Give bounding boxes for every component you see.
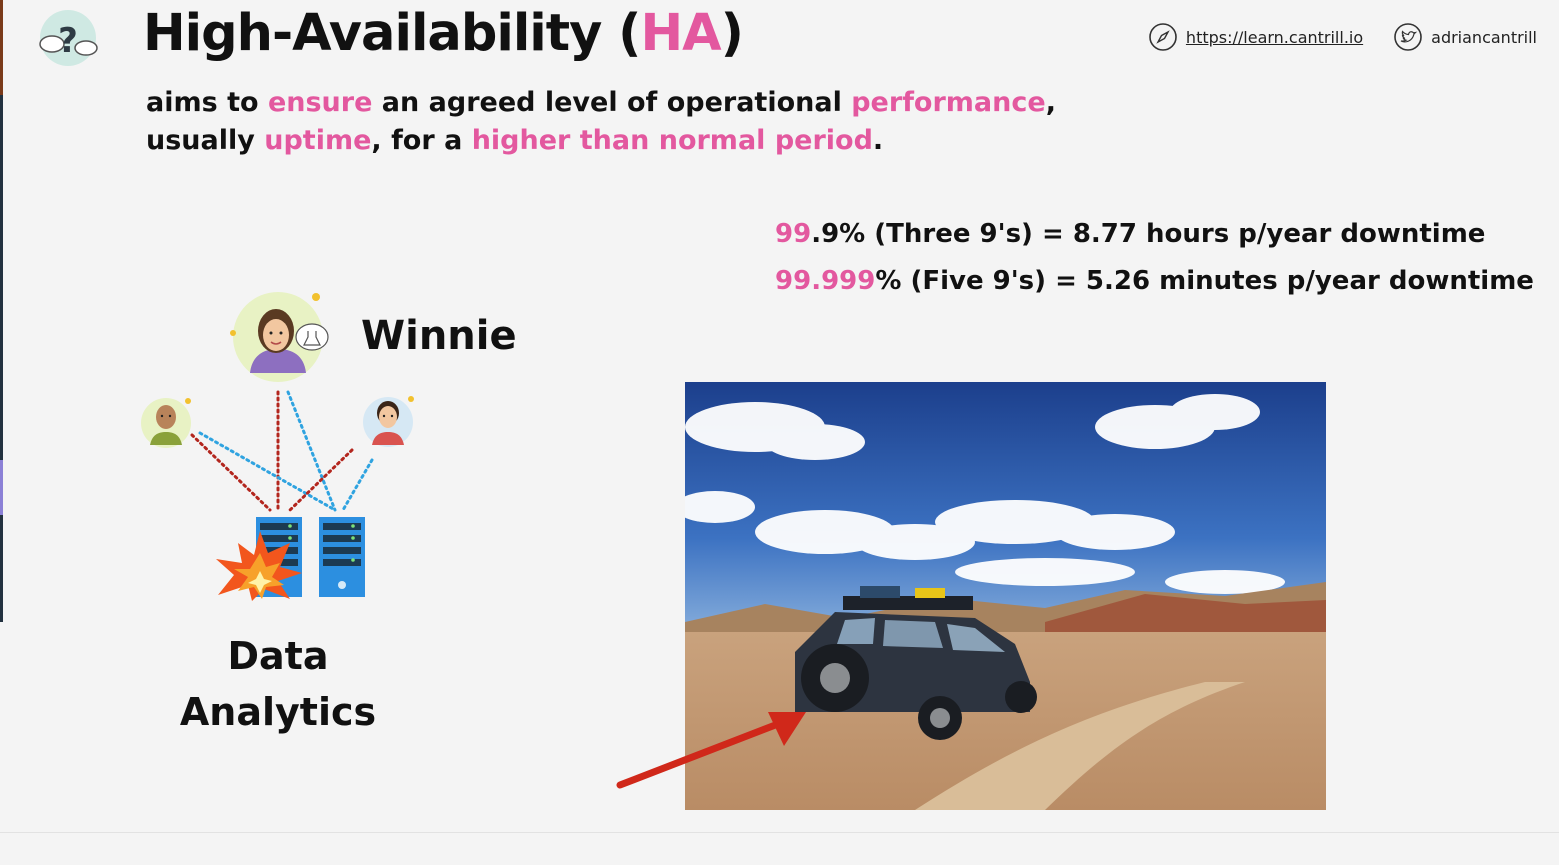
- definition-text: ,: [1045, 87, 1056, 118]
- twitter-icon: [1394, 23, 1422, 51]
- definition-text: an agreed level of operational: [372, 87, 852, 118]
- twitter-link[interactable]: adriancantrill: [1393, 22, 1537, 52]
- definition-text: usually: [146, 125, 265, 156]
- definition-text: .: [872, 125, 884, 156]
- left-edge-strip: [0, 0, 3, 622]
- definition-line-1: aims to ensure an agreed level of operat…: [146, 84, 1056, 122]
- data-analytics-label-line: Analytics: [179, 690, 377, 734]
- twitter-link-text[interactable]: adriancantrill: [1431, 28, 1537, 47]
- data-analytics-label: Data Analytics: [150, 628, 406, 740]
- data-analytics-label-line: Data: [227, 634, 329, 678]
- compass-icon: [1149, 23, 1177, 51]
- page-title: High-Availability (HA): [143, 4, 744, 63]
- server-icon: [319, 517, 365, 597]
- user-avatar-icon: [141, 398, 191, 448]
- header-links: https://learn.cantrill.io adriancantrill: [1148, 22, 1537, 52]
- cloud-question-logo-icon: ?: [39, 10, 98, 66]
- svg-text:?: ?: [58, 21, 78, 61]
- definition-text: aims to: [146, 87, 268, 118]
- website-link-text[interactable]: https://learn.cantrill.io: [1186, 28, 1363, 47]
- website-link[interactable]: https://learn.cantrill.io: [1148, 22, 1363, 52]
- definition-highlight: ensure: [267, 87, 373, 118]
- availability-three-nines: 99.9% (Three 9's) = 8.77 hours p/year do…: [775, 219, 1486, 249]
- definition-highlight: uptime: [264, 125, 372, 156]
- definition-highlight: higher than normal period: [471, 125, 873, 156]
- connection-lines: [190, 390, 374, 512]
- user-avatar-icon: [363, 396, 414, 447]
- left-edge-accent: [0, 460, 3, 515]
- availability-five-nines: 99.999% (Five 9's) = 5.26 minutes p/year…: [775, 266, 1534, 296]
- red-arrow-icon: [616, 712, 806, 789]
- definition-highlight: performance: [851, 87, 1046, 118]
- winnie-label: Winnie: [361, 313, 517, 359]
- availability-list: 99.9% (Three 9's) = 8.77 hours p/year do…: [775, 211, 1534, 305]
- bottom-divider: [0, 832, 1559, 833]
- left-edge-accent: [0, 0, 3, 95]
- ha-definition: aims to ensure an agreed level of operat…: [146, 84, 1056, 160]
- definition-line-2: usually uptime, for a higher than normal…: [146, 122, 1056, 160]
- definition-text: , for a: [371, 125, 472, 156]
- winnie-avatar-icon: [230, 292, 329, 382]
